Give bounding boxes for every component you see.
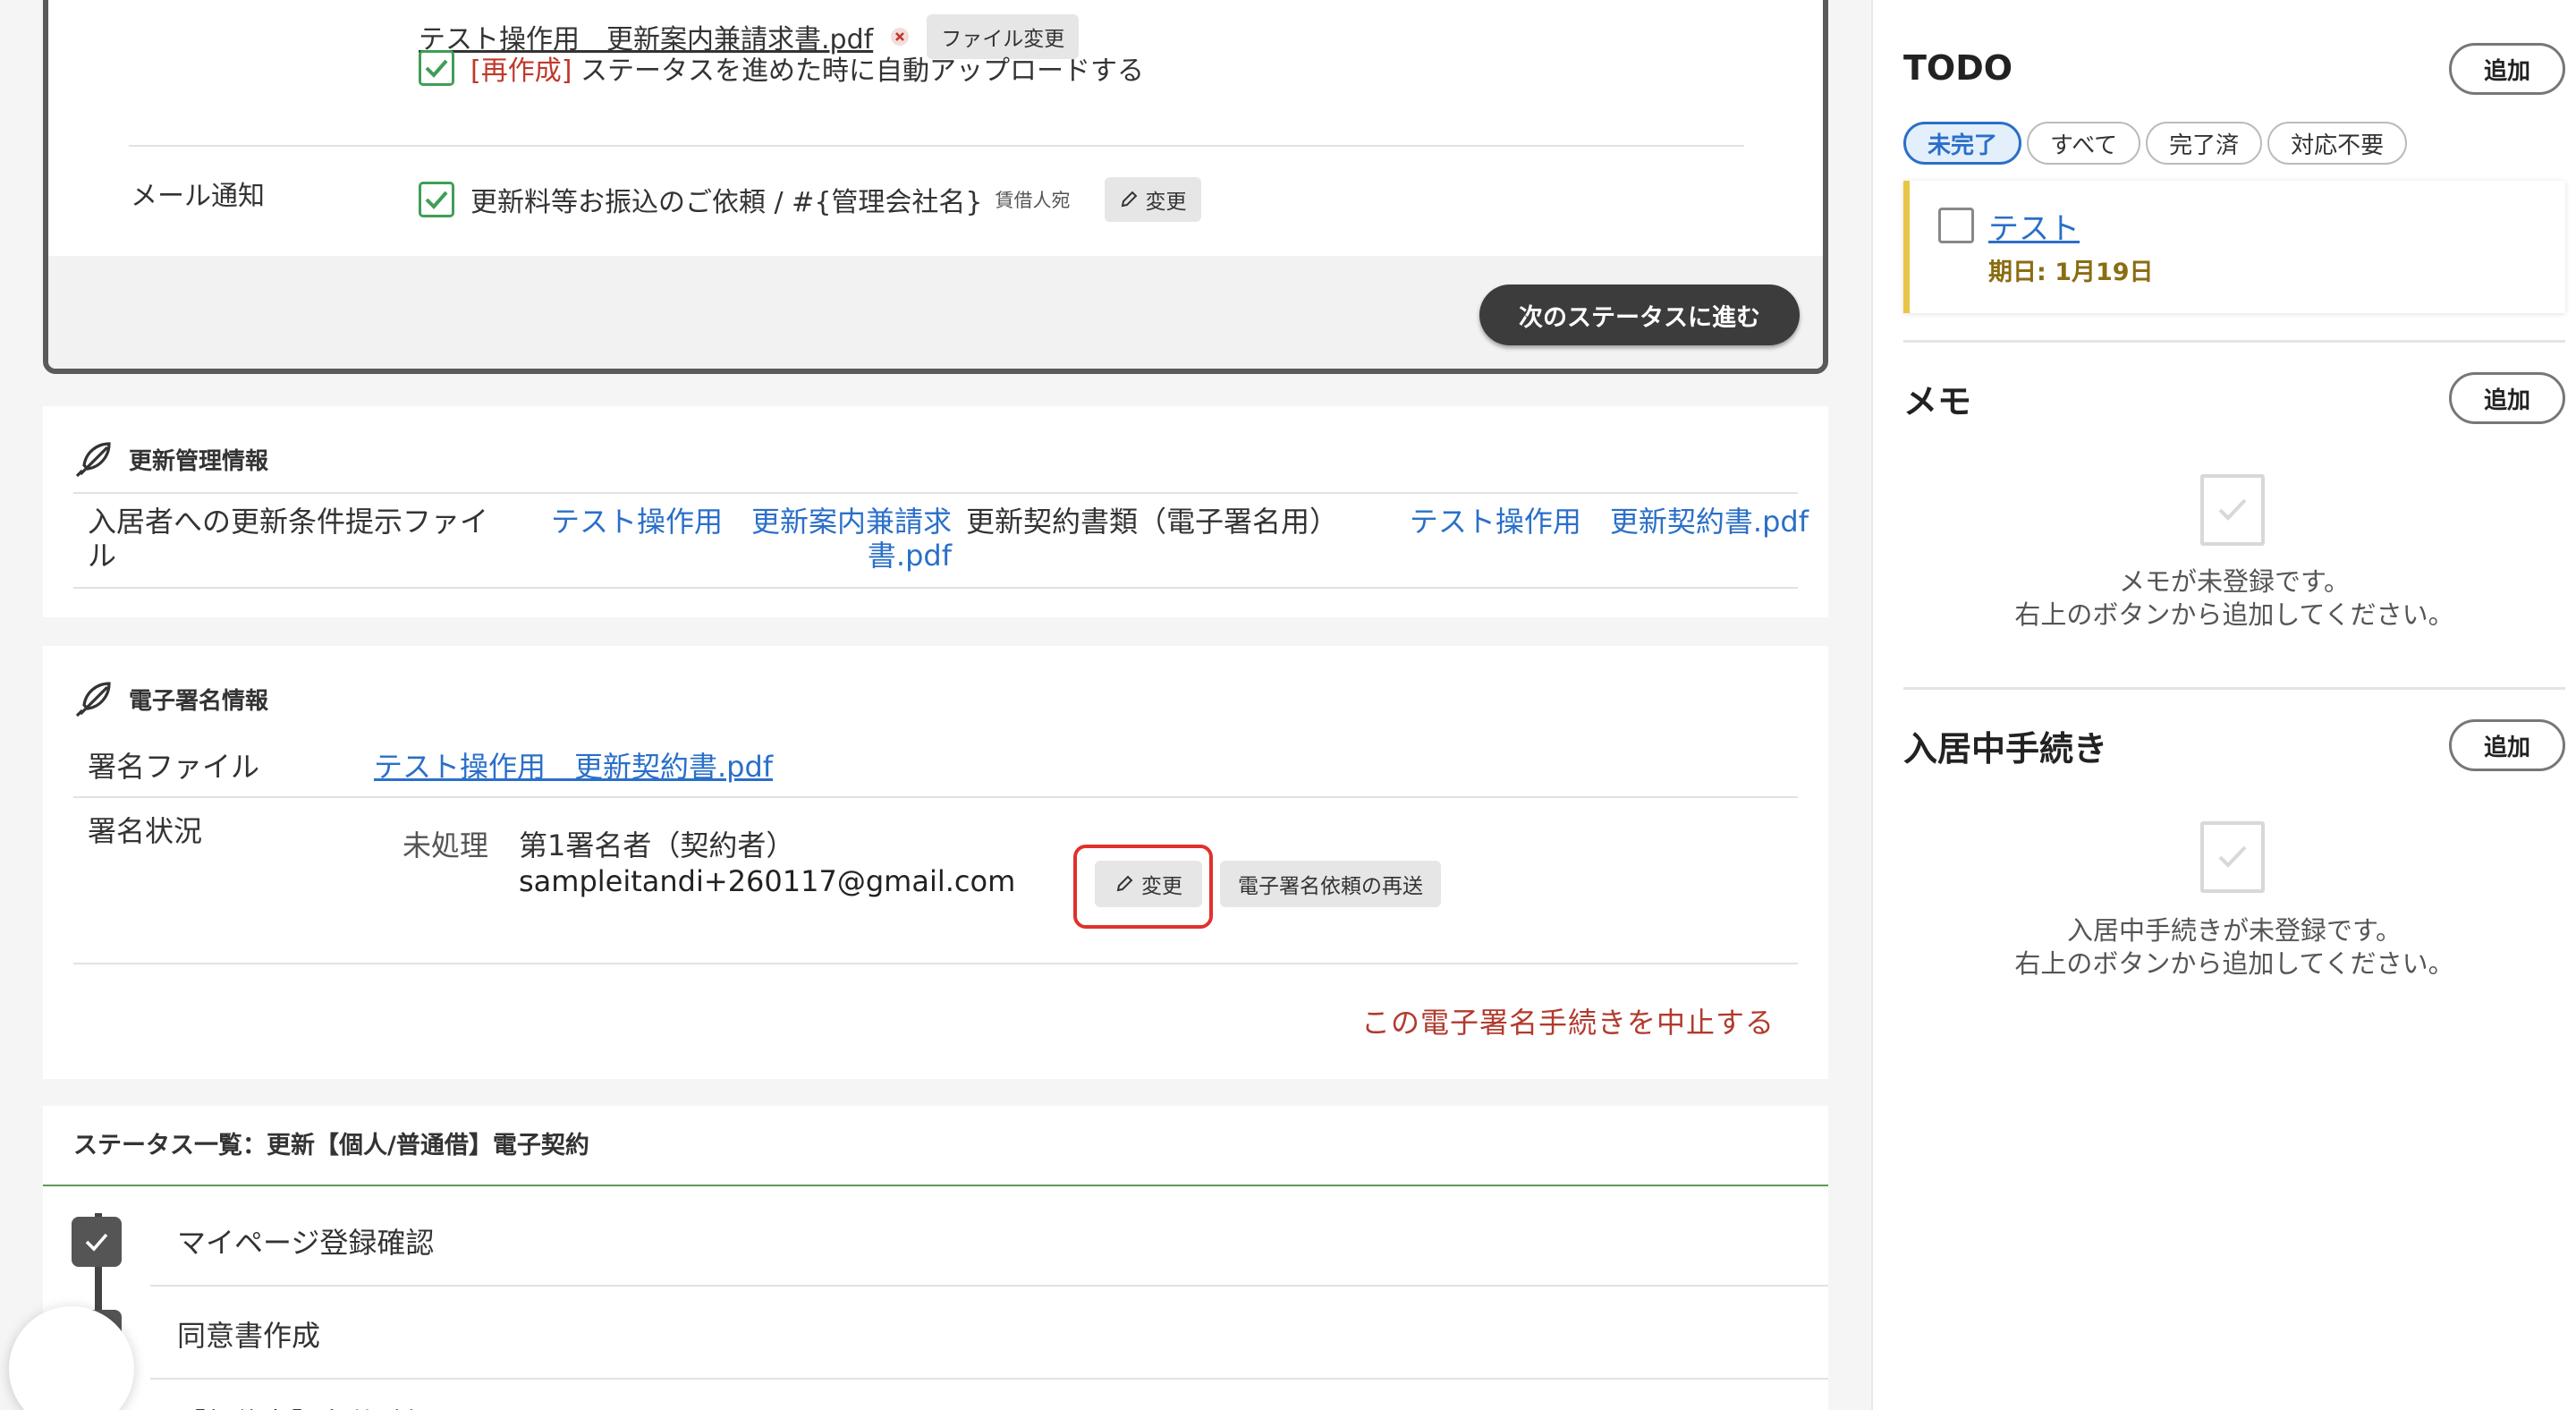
status-list-panel: ステータス一覧：更新【個人/普通借】電子契約 マイページ登録確認 同意書作成 【… — [43, 1106, 1828, 1410]
renewal-contract-docs-label: 更新契約書類（電子署名用） — [966, 505, 1339, 539]
procedures-empty-message: 入居中手続きが未登録です。 右上のボタンから追加してください。 — [1903, 914, 2565, 981]
divider — [150, 1378, 1828, 1380]
renewal-terms-file-label: 入居者への更新条件提示ファイル — [88, 505, 489, 573]
mail-change-label: 変更 — [1145, 191, 1187, 214]
signature-file-label: 署名ファイル — [88, 750, 260, 784]
renewal-info-header: 更新管理情報 — [73, 438, 268, 480]
divider — [43, 1185, 1828, 1186]
renewal-terms-file-link[interactable]: テスト操作用 更新案内兼請求書.pdf — [526, 505, 952, 573]
signer-role: 第1署名者（契約者） — [519, 828, 795, 862]
remove-file-icon[interactable] — [887, 24, 912, 49]
feather-pen-icon — [75, 682, 111, 718]
procedures-add-button[interactable]: 追加 — [2449, 719, 2565, 771]
procedures-empty-line2: 右上のボタンから追加してください。 — [2014, 948, 2454, 979]
resend-esign-request-button[interactable]: 電子署名依頼の再送 — [1220, 861, 1441, 907]
signature-file-link[interactable]: テスト操作用 更新契約書.pdf — [374, 744, 773, 786]
todo-item-checkbox[interactable] — [1938, 208, 1974, 243]
todo-item: テスト 期日: 1月19日 — [1903, 181, 2565, 313]
esign-info-panel: 電子署名情報 署名ファイル テスト操作用 更新契約書.pdf 署名状況 未処理 … — [43, 646, 1828, 1079]
signer-email: sampleitandi+260117@gmail.com — [519, 864, 1016, 898]
signature-state: 未処理 — [402, 828, 489, 862]
renewal-info-title: 更新管理情報 — [129, 447, 269, 475]
esign-info-header: 電子署名情報 — [73, 678, 268, 719]
memo-empty-line2: 右上のボタンから追加してください。 — [2014, 599, 2454, 630]
memo-empty-message: メモが未登録です。 右上のボタンから追加してください。 — [1903, 565, 2565, 632]
status-step-label[interactable]: マイページ登録確認 — [177, 1220, 434, 1261]
status-list-title: ステータス一覧：更新【個人/普通借】電子契約 — [73, 1132, 589, 1159]
next-status-button[interactable]: 次のステータスに進む — [1479, 285, 1800, 345]
signature-status-label: 署名状況 — [88, 814, 203, 848]
divider — [150, 1285, 1828, 1287]
empty-checklist-icon — [2200, 474, 2265, 546]
renewal-info-panel: 更新管理情報 入居者への更新条件提示ファイル テスト操作用 更新案内兼請求書.p… — [43, 406, 1828, 617]
memo-add-button[interactable]: 追加 — [2449, 372, 2565, 424]
divider — [73, 796, 1798, 798]
auto-upload-checkbox[interactable] — [419, 50, 454, 86]
todo-filter-not-required[interactable]: 対応不要 — [2267, 122, 2408, 165]
divider — [1903, 340, 2565, 343]
esign-info-title: 電子署名情報 — [129, 687, 269, 715]
regenerate-tag: [再作成] — [470, 55, 572, 87]
empty-checklist-icon — [2200, 821, 2265, 893]
step-check-icon — [72, 1217, 122, 1267]
auto-upload-label: ステータスを進めた時に自動アップロードする — [580, 55, 1144, 87]
todo-filter-done[interactable]: 完了済 — [2146, 122, 2263, 165]
memo-title: メモ — [1903, 382, 1972, 421]
procedures-title: 入居中手続き — [1903, 729, 2108, 769]
status-action-card: テスト操作用 更新案内兼請求書.pdf ファイル変更 [再作成] ステータスを進… — [43, 0, 1828, 374]
divider — [950, 587, 1798, 589]
cancel-esign-link[interactable]: この電子署名手続きを中止する — [1361, 1000, 1775, 1041]
divider — [73, 587, 964, 589]
status-step-label[interactable]: 同意書作成 — [177, 1313, 320, 1355]
todo-item-due-date: 期日: 1月19日 — [1988, 259, 2154, 286]
divider — [129, 145, 1744, 147]
status-step-label[interactable]: 【契約者】条件確認 — [177, 1401, 435, 1410]
pencil-icon — [1116, 875, 1133, 892]
right-sidebar: TODO 追加 未完了 すべて 完了済 対応不要 テスト 期日: 1月19日 メ… — [1871, 0, 2576, 1410]
feather-pen-icon — [75, 442, 111, 478]
mail-change-button[interactable]: 変更 — [1104, 177, 1201, 222]
mail-template-name: 更新料等お振込のご依頼 / #{管理会社名} — [470, 187, 983, 218]
divider — [1903, 687, 2565, 690]
main-content: テスト操作用 更新案内兼請求書.pdf ファイル変更 [再作成] ステータスを進… — [0, 0, 1843, 1410]
todo-filter-incomplete[interactable]: 未完了 — [1903, 122, 2022, 165]
mail-notification-checkbox[interactable] — [419, 182, 454, 217]
todo-add-button[interactable]: 追加 — [2449, 43, 2565, 95]
memo-empty-line1: メモが未登録です。 — [2118, 566, 2351, 597]
divider — [73, 492, 964, 494]
divider — [950, 492, 1798, 494]
todo-title: TODO — [1903, 48, 2013, 88]
mail-notification-label: メール通知 — [131, 181, 265, 212]
mail-notification-row: 更新料等お振込のご依頼 / #{管理会社名} 賃借人宛 変更 — [419, 177, 1201, 222]
todo-filter-tabs: 未完了 すべて 完了済 対応不要 — [1903, 122, 2408, 165]
procedures-empty-line1: 入居中手続きが未登録です。 — [2066, 915, 2402, 946]
signer-change-label: 変更 — [1141, 875, 1182, 898]
signer-change-button[interactable]: 変更 — [1095, 861, 1202, 907]
renewal-contract-docs-link[interactable]: テスト操作用 更新契約書.pdf — [1385, 505, 1809, 539]
auto-upload-row: [再作成] ステータスを進めた時に自動アップロードする — [419, 48, 1144, 88]
divider — [73, 963, 1798, 964]
todo-item-title[interactable]: テスト — [1988, 204, 2080, 248]
todo-filter-all[interactable]: すべて — [2027, 122, 2141, 165]
pencil-icon — [1121, 191, 1137, 208]
mail-recipient: 賃借人宛 — [995, 190, 1071, 211]
